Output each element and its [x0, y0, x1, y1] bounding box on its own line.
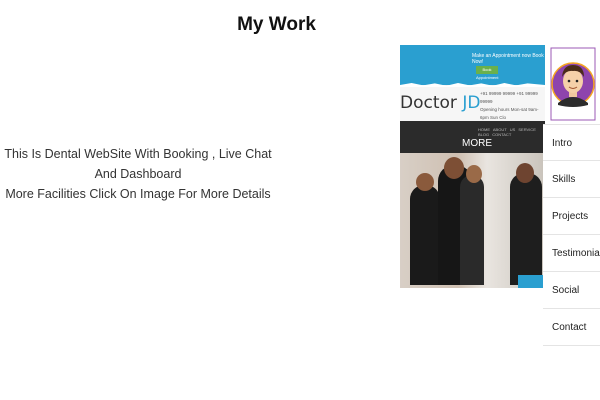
description-line-1: This Is Dental WebSite With Booking , Li… — [4, 147, 272, 181]
sidebar-item-intro[interactable]: Intro — [543, 124, 600, 161]
description-line-2: More Facilities Click On Image For More … — [5, 187, 271, 201]
preview-nav-links: HOME ABOUT US SERVICE BLOG CONTACT — [478, 127, 536, 137]
preview-more-label: MORE — [462, 138, 492, 149]
sidebar-item-contact[interactable]: Contact — [543, 309, 600, 346]
project-description: This Is Dental WebSite With Booking , Li… — [0, 144, 276, 204]
preview-appointment-text: Make an Appointment now Book Now! — [472, 53, 544, 65]
sidebar-item-skills[interactable]: Skills — [543, 161, 600, 198]
sidebar-item-testimonials[interactable]: Testimonials — [543, 235, 600, 272]
sidebar-menu: Intro Skills Projects Testimonials Socia… — [543, 124, 600, 346]
avatar — [550, 47, 596, 121]
sidebar-item-projects[interactable]: Projects — [543, 198, 600, 235]
preview-topbar — [400, 45, 545, 87]
preview-contact: +91 99999 99999 +91 99999 99999 Opening … — [480, 91, 539, 120]
section-title: My Work — [237, 14, 316, 35]
preview-appointment-button: Book Appointment — [476, 66, 499, 80]
preview-logo: Doctor JD — [400, 93, 481, 113]
project-preview-image[interactable]: Make an Appointment now Book Now! Book A… — [400, 45, 545, 288]
sidebar-item-social[interactable]: Social — [543, 272, 600, 309]
